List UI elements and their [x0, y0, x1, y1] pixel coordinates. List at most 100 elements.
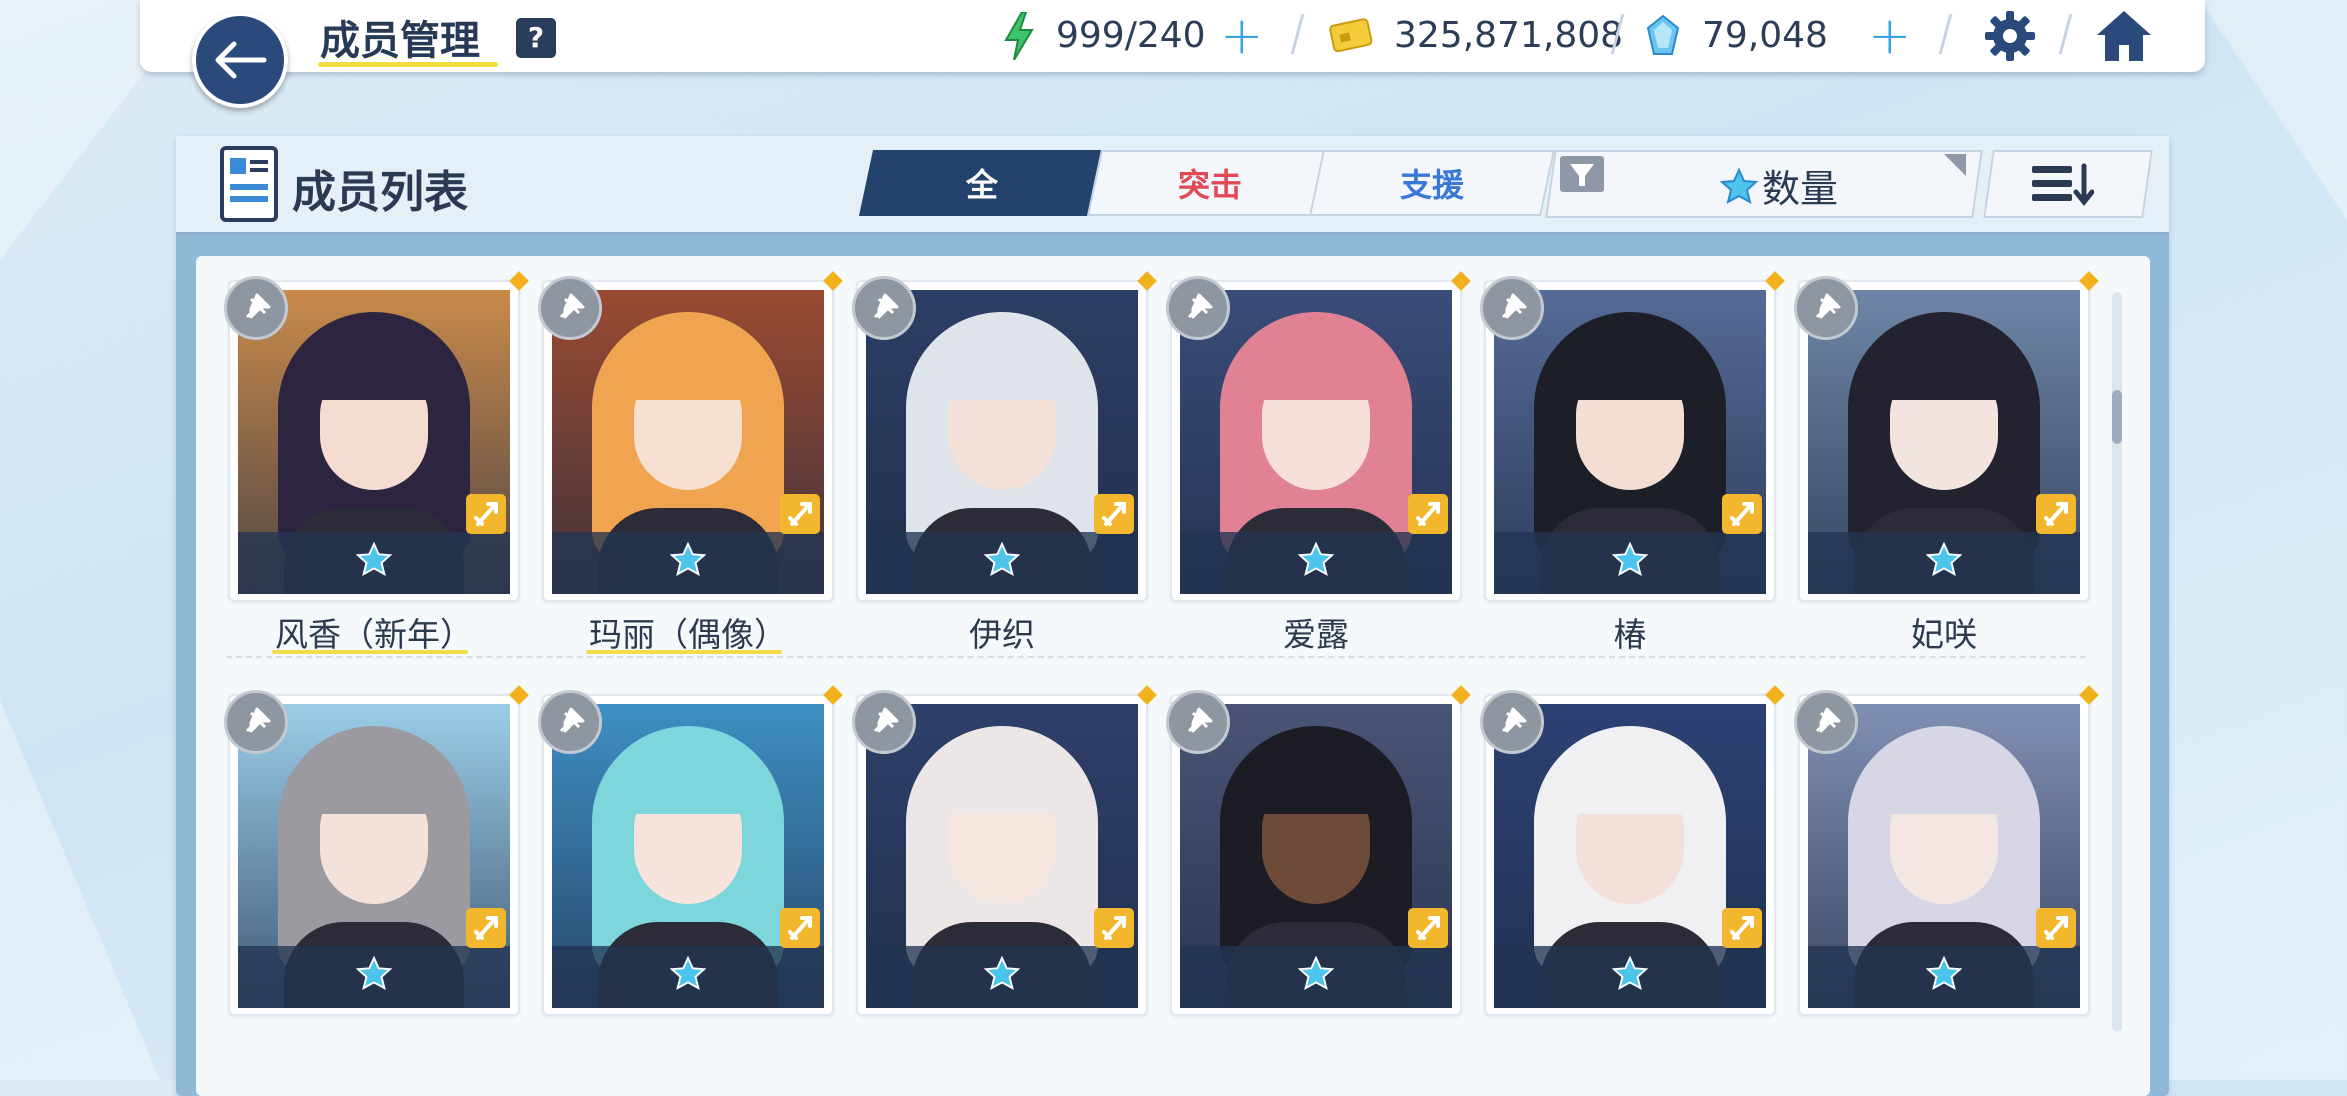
- pin-button[interactable]: [1166, 690, 1230, 754]
- role-badge-icon: [1094, 908, 1134, 948]
- pin-button[interactable]: [1480, 690, 1544, 754]
- role-badge-icon: [466, 908, 506, 948]
- gem-icon: [1646, 14, 1680, 55]
- star-icon: [1925, 541, 1963, 580]
- member-card[interactable]: [538, 685, 843, 1016]
- energy-icon: [1004, 12, 1034, 60]
- pin-button[interactable]: [1794, 690, 1858, 754]
- tab-support-label: 支援: [1399, 166, 1464, 204]
- back-button[interactable]: [192, 12, 288, 108]
- pin-button[interactable]: [224, 690, 288, 754]
- portrait-bangs: [1878, 338, 2010, 400]
- member-card[interactable]: [852, 271, 1157, 602]
- tab-support[interactable]: 支援: [1308, 150, 1556, 216]
- member-portrait: [1180, 704, 1452, 1008]
- portrait-bangs: [308, 338, 440, 400]
- star-icon: [1611, 541, 1649, 580]
- pin-icon: [1501, 293, 1527, 319]
- member-name: 伊织: [969, 615, 1035, 654]
- pin-button[interactable]: [1480, 276, 1544, 340]
- role-badge-icon: [780, 494, 820, 534]
- pin-button[interactable]: [852, 276, 916, 340]
- pin-button[interactable]: [1794, 276, 1858, 340]
- portrait-bangs: [622, 338, 754, 400]
- stamina-display: 999/240: [1056, 10, 1206, 60]
- credit-card-icon: [1329, 18, 1373, 53]
- member-name: 风香（新年）: [275, 615, 473, 654]
- pin-button[interactable]: [538, 690, 602, 754]
- home-button[interactable]: [2094, 6, 2154, 66]
- member-card[interactable]: [538, 271, 843, 602]
- member-card[interactable]: [1794, 685, 2099, 1016]
- sort-order-icon: [2032, 163, 2094, 206]
- tab-all-label: 全: [965, 166, 998, 204]
- member-portrait: [866, 704, 1138, 1008]
- portrait-bangs: [936, 338, 1068, 400]
- member-card[interactable]: [1794, 271, 2099, 602]
- member-card[interactable]: [1166, 685, 1471, 1016]
- help-icon: ?: [527, 21, 545, 54]
- pin-button[interactable]: [1166, 276, 1230, 340]
- scrollbar-thumb[interactable]: [2112, 390, 2122, 444]
- member-portrait: [1180, 290, 1452, 594]
- pin-icon: [873, 293, 899, 319]
- member-card[interactable]: [224, 271, 529, 602]
- role-badge-icon: [2036, 494, 2076, 534]
- member-card[interactable]: [1166, 271, 1471, 602]
- portrait-bangs: [1878, 752, 2010, 814]
- portrait-bangs: [1250, 338, 1382, 400]
- member-card[interactable]: [1480, 271, 1785, 602]
- pin-icon: [1815, 293, 1841, 319]
- role-badge-icon: [1722, 494, 1762, 534]
- sort-label: 数量: [1720, 158, 1838, 213]
- pin-icon: [1187, 293, 1213, 319]
- settings-button[interactable]: [1980, 6, 2040, 66]
- add-gems-button[interactable]: +: [1868, 10, 1912, 62]
- pin-icon: [559, 707, 585, 733]
- filter-icon[interactable]: [1560, 156, 1604, 192]
- star-icon: [1297, 955, 1335, 994]
- pin-button[interactable]: [538, 276, 602, 340]
- portrait-bangs: [1564, 752, 1696, 814]
- dropdown-corner-icon: [1944, 154, 1966, 176]
- member-card[interactable]: [1480, 685, 1785, 1016]
- tab-all[interactable]: 全: [858, 150, 1106, 216]
- portrait-bangs: [622, 752, 754, 814]
- star-icon: [1611, 955, 1649, 994]
- member-name: 妃咲: [1911, 615, 1977, 654]
- member-portrait: [1808, 290, 2080, 594]
- home-icon: [2097, 11, 2151, 61]
- member-portrait: [1494, 704, 1766, 1008]
- member-card[interactable]: [852, 685, 1157, 1016]
- pin-icon: [245, 707, 271, 733]
- role-badge-icon: [1408, 908, 1448, 948]
- pin-button[interactable]: [224, 276, 288, 340]
- member-portrait: [238, 290, 510, 594]
- role-badge-icon: [466, 494, 506, 534]
- member-portrait: [552, 704, 824, 1008]
- member-name: 爱露: [1283, 615, 1349, 654]
- add-stamina-button[interactable]: +: [1220, 10, 1264, 62]
- portrait-bangs: [1250, 752, 1382, 814]
- pin-button[interactable]: [852, 690, 916, 754]
- pin-icon: [873, 707, 899, 733]
- member-portrait: [238, 704, 510, 1008]
- star-icon: [983, 541, 1021, 580]
- member-portrait: [1808, 704, 2080, 1008]
- portrait-bangs: [936, 752, 1068, 814]
- help-button[interactable]: ?: [516, 18, 556, 58]
- portrait-bangs: [1564, 338, 1696, 400]
- member-portrait: [552, 290, 824, 594]
- star-icon: [1720, 167, 1758, 204]
- pin-icon: [245, 293, 271, 319]
- member-name: 椿: [1613, 615, 1647, 654]
- role-badge-icon: [780, 908, 820, 948]
- member-portrait: [1494, 290, 1766, 594]
- credits-value: 325,871,808: [1394, 14, 1624, 56]
- role-badge-icon: [1408, 494, 1448, 534]
- tab-strike[interactable]: 突击: [1086, 150, 1334, 216]
- gems-display: 79,048: [1702, 10, 1828, 60]
- pin-icon: [1815, 707, 1841, 733]
- star-icon: [1297, 541, 1335, 580]
- member-card[interactable]: [224, 685, 529, 1016]
